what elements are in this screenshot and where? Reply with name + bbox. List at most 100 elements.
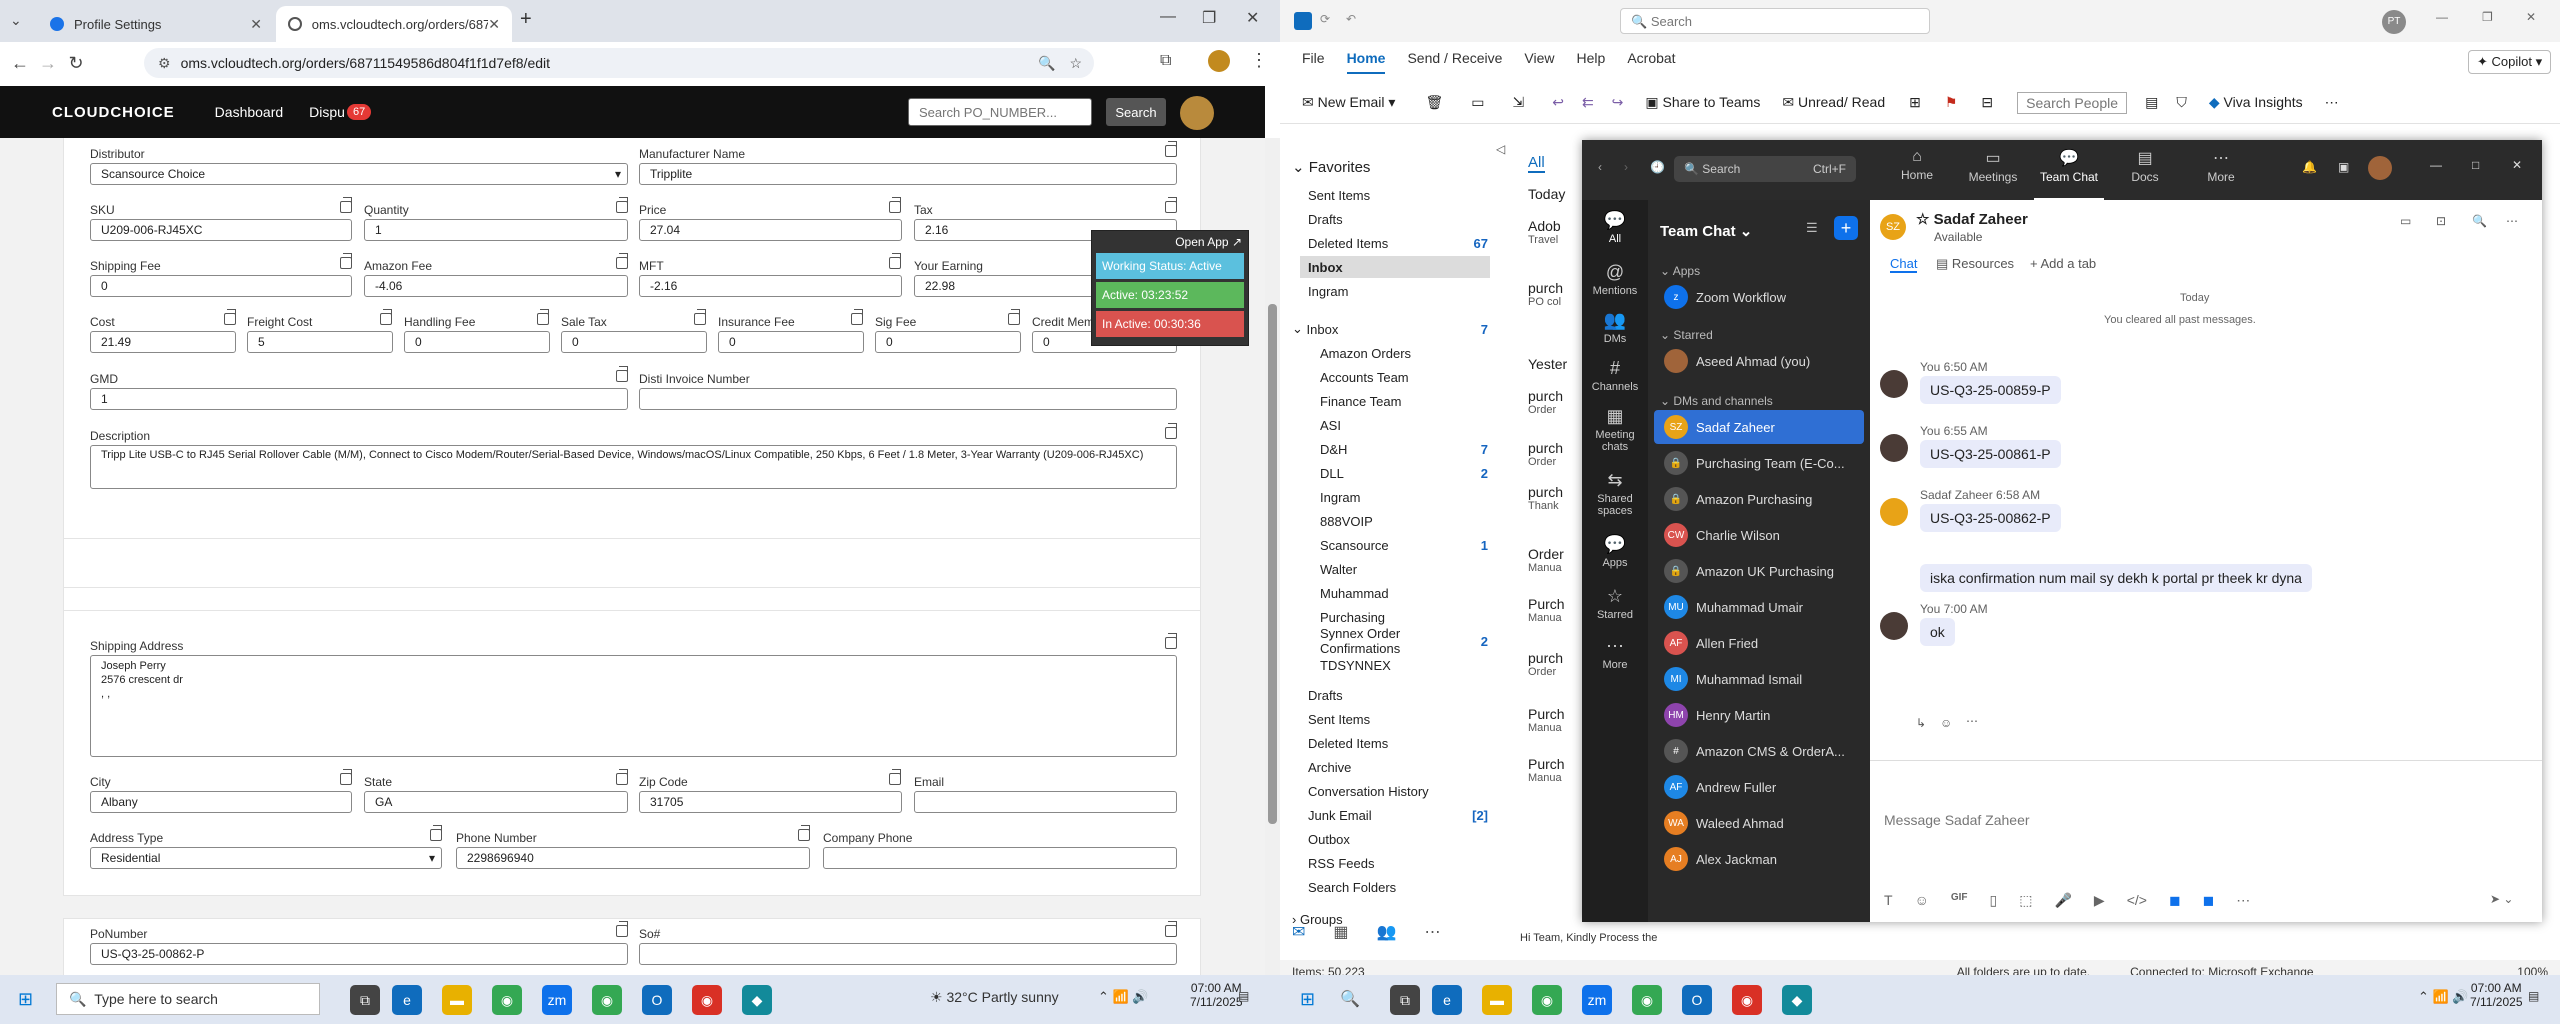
copy-icon[interactable]: [537, 309, 549, 325]
site-info-icon[interactable]: ⚙: [158, 55, 171, 72]
folder-item[interactable]: Search Folders: [1308, 876, 1488, 898]
po-search-input[interactable]: [908, 98, 1092, 126]
menu-file[interactable]: File: [1302, 50, 1325, 74]
mail-icon[interactable]: ✉: [1292, 922, 1305, 942]
folder-item[interactable]: ASI: [1320, 414, 1488, 436]
dms-section[interactable]: ⌄ DMs and channels: [1660, 394, 1773, 408]
message-bubble[interactable]: US-Q3-25-00862-P: [1920, 504, 2061, 532]
reply-icon[interactable]: ↩: [1552, 94, 1564, 111]
description-textarea[interactable]: Tripp Lite USB-C to RJ45 Serial Rollover…: [90, 445, 1177, 489]
chat-item[interactable]: MI Muhammad Ismail: [1654, 662, 1864, 696]
mic-icon[interactable]: 🎤: [2054, 892, 2071, 909]
copy-icon[interactable]: [616, 253, 628, 269]
folder-item[interactable]: Drafts: [1308, 684, 1488, 706]
more-icon[interactable]: ⋯: [2236, 892, 2250, 909]
task-view-icon[interactable]: ⧉: [350, 985, 380, 1015]
copy-icon[interactable]: [340, 253, 352, 269]
folder-item[interactable]: DLL 2: [1320, 462, 1488, 484]
unread-read-button[interactable]: ✉ Unread/ Read: [1782, 94, 1885, 111]
favorites-header[interactable]: ⌄ Favorites: [1292, 158, 1370, 176]
forward-icon[interactable]: →: [34, 53, 62, 74]
app-icon[interactable]: ◆: [1782, 985, 1812, 1015]
chat-item[interactable]: MU Muhammad Umair: [1654, 590, 1864, 624]
copy-icon[interactable]: [889, 253, 901, 269]
share-teams-button[interactable]: ▣ Share to Teams: [1645, 94, 1760, 111]
outlook-search[interactable]: 🔍 Search: [1620, 8, 1930, 34]
menu-send-receive[interactable]: Send / Receive: [1407, 50, 1502, 74]
rules-icon[interactable]: ⊟: [1981, 94, 1993, 111]
people-icon[interactable]: 👥: [1377, 922, 1397, 942]
team-chat-title[interactable]: Team Chat ⌄: [1660, 222, 1752, 240]
move-icon[interactable]: ⇲: [1512, 94, 1524, 111]
sale-tax-input[interactable]: 0: [561, 331, 707, 353]
distributor-select[interactable]: Scansource Choice ▾: [90, 163, 628, 185]
taskbar-search[interactable]: 🔍 Type here to search: [56, 983, 320, 1015]
start-icon[interactable]: ⊞: [18, 989, 33, 1010]
message-bubble[interactable]: US-Q3-25-00859-P: [1920, 376, 2061, 404]
address-book-icon[interactable]: ▤: [2145, 94, 2158, 111]
chat-item[interactable]: SZ Sadaf Zaheer: [1654, 410, 1864, 444]
filter-icon[interactable]: ⛉: [2176, 94, 2187, 111]
copy-icon[interactable]: [889, 197, 901, 213]
topnav-docs[interactable]: ▤ Docs: [2110, 148, 2180, 184]
nav-dashboard[interactable]: Dashboard: [215, 104, 284, 120]
chat-item[interactable]: 🔒 Amazon UK Purchasing: [1654, 554, 1864, 588]
copy-icon[interactable]: [430, 825, 442, 841]
nav-dispute[interactable]: Dispu: [309, 104, 345, 120]
sig-input[interactable]: 0: [875, 331, 1021, 353]
chat-item[interactable]: # Amazon CMS & OrderA...: [1654, 734, 1864, 768]
logo[interactable]: CLOUDCHOICE: [52, 104, 175, 121]
folder-item[interactable]: Sent Items: [1308, 184, 1488, 206]
more-icon[interactable]: ⋯: [2325, 94, 2339, 111]
tab-profile-settings[interactable]: Profile Settings ✕: [38, 6, 274, 42]
chrome-icon[interactable]: ◉: [1632, 985, 1662, 1015]
shipping-address-textarea[interactable]: Joseph Perry 2576 crescent dr , ,: [90, 655, 1177, 757]
task-view-icon[interactable]: ⧉: [1390, 985, 1420, 1015]
copy-icon[interactable]: [1165, 197, 1177, 213]
zoom-icon[interactable]: 🔍: [1038, 55, 1055, 72]
chat-item[interactable]: 🔒 Purchasing Team (E-Co...: [1654, 446, 1864, 480]
mft-input[interactable]: -2.16: [639, 275, 902, 297]
outlook-app-icon[interactable]: O: [1682, 985, 1712, 1015]
more-icon[interactable]: ⋯: [2506, 214, 2518, 228]
menu-help[interactable]: Help: [1577, 50, 1606, 74]
inbox-header[interactable]: ⌄ Inbox 7: [1292, 318, 1488, 340]
folder-item[interactable]: Scansource 1: [1320, 534, 1488, 556]
edge-icon[interactable]: e: [392, 985, 422, 1015]
tray-icons[interactable]: ⌃ 📶 🔊: [2418, 989, 2469, 1005]
folder-item[interactable]: Amazon Orders: [1320, 342, 1488, 364]
shipping-fee-input[interactable]: 0: [90, 275, 352, 297]
rail-mentions[interactable]: @ Mentions: [1582, 262, 1648, 297]
folder-item[interactable]: Purchasing: [1320, 606, 1488, 628]
folder-item[interactable]: Conversation History: [1308, 780, 1488, 802]
sku-input[interactable]: U209-006-RJ45XC: [90, 219, 352, 241]
reply-icon[interactable]: ↳: [1916, 716, 1926, 730]
folder-item-selected[interactable]: Inbox: [1300, 256, 1490, 278]
email-input[interactable]: [914, 791, 1177, 813]
folder-item[interactable]: Outbox: [1308, 828, 1488, 850]
rail-shared-spaces[interactable]: ⇆ Shared spaces: [1582, 470, 1648, 517]
contact-avatar[interactable]: SZ: [1880, 214, 1906, 240]
add-tab[interactable]: + Add a tab: [2030, 256, 2096, 271]
filter-icon[interactable]: ☰: [1806, 220, 1818, 236]
copilot-button[interactable]: ✦ Copilot ▾: [2468, 50, 2552, 74]
gif-icon[interactable]: GIF: [1951, 892, 1968, 909]
tab-search-icon[interactable]: ⌄: [10, 12, 22, 29]
folder-item[interactable]: Deleted Items 67: [1308, 232, 1488, 254]
explorer-icon[interactable]: ▬: [442, 985, 472, 1015]
emoji-icon[interactable]: ☺: [1940, 716, 1952, 730]
quantity-input[interactable]: 1: [364, 219, 628, 241]
menu-acrobat[interactable]: Acrobat: [1627, 50, 1675, 74]
scrollbar-thumb[interactable]: [1268, 304, 1277, 824]
app-icon[interactable]: ◼: [2203, 892, 2215, 909]
copy-icon[interactable]: [1165, 141, 1177, 157]
copy-icon[interactable]: [340, 769, 352, 785]
company-phone-input[interactable]: [823, 847, 1177, 869]
copy-icon[interactable]: [1165, 423, 1177, 439]
video-call-icon[interactable]: ▭: [2400, 214, 2411, 228]
city-input[interactable]: Albany: [90, 791, 352, 813]
copy-icon[interactable]: [1165, 921, 1177, 937]
menu-view[interactable]: View: [1524, 50, 1554, 74]
app-icon[interactable]: ◆: [742, 985, 772, 1015]
reply-all-icon[interactable]: ⇇: [1582, 94, 1594, 111]
